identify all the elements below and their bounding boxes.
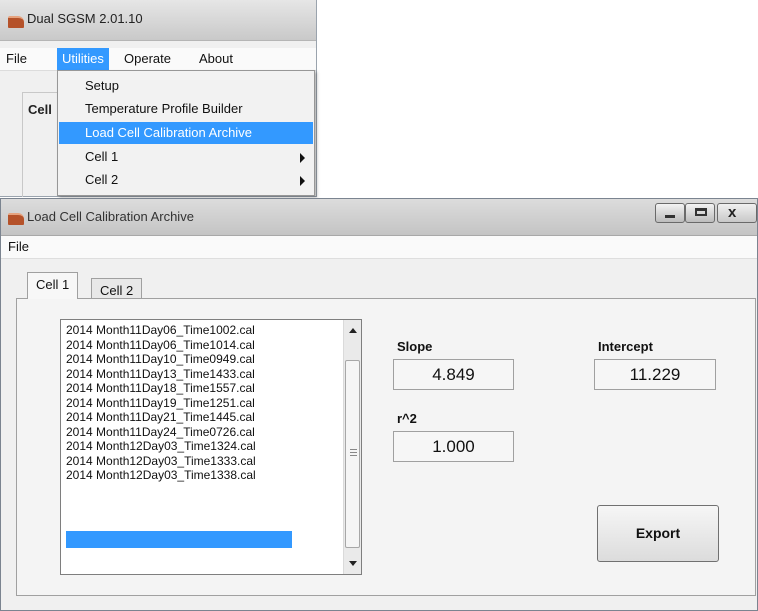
main-menu-bar: File Utilities Operate About <box>0 48 316 71</box>
main-window-title: Dual SGSM 2.01.10 <box>27 11 143 26</box>
menu-item-cell-1[interactable]: Cell 1 <box>59 146 313 168</box>
main-window: Dual SGSM 2.01.10 File Utilities Operate… <box>0 0 317 197</box>
scroll-down-icon[interactable] <box>349 561 357 566</box>
menu-about[interactable]: About <box>194 48 238 70</box>
grip-line <box>350 449 357 450</box>
r-squared-value-field: 1.000 <box>393 431 514 462</box>
minimize-icon <box>665 215 675 218</box>
calibration-file-list[interactable]: 2014 Month11Day06_Time1002.cal 2014 Month… <box>60 319 362 575</box>
menu-file[interactable]: File <box>1 48 32 70</box>
app-icon <box>8 16 24 28</box>
menu-item-setup[interactable]: Setup <box>59 75 313 97</box>
utilities-dropdown: Setup Temperature Profile Builder Load C… <box>57 70 315 196</box>
menu-item-temperature-profile-builder[interactable]: Temperature Profile Builder <box>59 98 313 120</box>
list-selection-highlight[interactable] <box>66 531 292 548</box>
archive-menu-bar: File <box>1 236 757 259</box>
menu-utilities[interactable]: Utilities <box>57 48 109 70</box>
grip-line <box>350 452 357 453</box>
scrollbar-thumb[interactable] <box>345 360 360 548</box>
close-icon: x <box>728 204 737 221</box>
list-item[interactable]: 2014 Month11Day06_Time1014.cal <box>66 338 255 353</box>
main-title-bar[interactable]: Dual SGSM 2.01.10 <box>0 0 316 41</box>
chevron-right-icon <box>300 176 305 186</box>
intercept-value-field: 11.229 <box>594 359 716 390</box>
menu-item-load-cell-calibration-archive[interactable]: Load Cell Calibration Archive <box>59 122 313 144</box>
list-item[interactable]: 2014 Month11Day24_Time0726.cal <box>66 425 255 440</box>
list-item[interactable]: 2014 Month11Day21_Time1445.cal <box>66 410 255 425</box>
archive-window-title: Load Cell Calibration Archive <box>27 209 194 224</box>
list-item[interactable]: 2014 Month12Day03_Time1338.cal <box>66 468 256 483</box>
chevron-right-icon <box>300 153 305 163</box>
list-scrollbar[interactable] <box>343 320 361 574</box>
list-item[interactable]: 2014 Month12Day03_Time1333.cal <box>66 454 256 469</box>
minimize-button[interactable] <box>655 203 685 223</box>
list-item[interactable]: 2014 Month11Day10_Time0949.cal <box>66 352 255 367</box>
app-icon <box>8 213 24 225</box>
tab-cell-1[interactable]: Cell 1 <box>27 272 79 299</box>
archive-menu-file[interactable]: File <box>3 236 34 258</box>
archive-title-bar[interactable]: Load Cell Calibration Archive x <box>1 199 757 236</box>
r-squared-label: r^2 <box>397 411 417 426</box>
maximize-button[interactable] <box>685 203 715 223</box>
slope-value-field: 4.849 <box>393 359 514 390</box>
menu-item-label: Cell 1 <box>85 149 119 164</box>
close-button[interactable]: x <box>717 203 757 223</box>
menu-item-label: Cell 2 <box>85 172 119 187</box>
list-item[interactable]: 2014 Month11Day06_Time1002.cal <box>66 323 255 338</box>
maximize-icon <box>695 208 707 216</box>
intercept-label: Intercept <box>598 339 653 354</box>
list-item[interactable]: 2014 Month12Day03_Time1324.cal <box>66 439 256 454</box>
list-item[interactable]: 2014 Month11Day18_Time1557.cal <box>66 381 255 396</box>
background-cell-label: Cell <box>28 102 52 117</box>
menu-item-label: Load Cell Calibration Archive <box>85 125 252 140</box>
export-button[interactable]: Export <box>597 505 719 562</box>
scroll-up-icon[interactable] <box>349 328 357 333</box>
slope-label: Slope <box>397 339 433 354</box>
menu-operate[interactable]: Operate <box>119 48 176 70</box>
list-item[interactable]: 2014 Month11Day13_Time1433.cal <box>66 367 255 382</box>
menu-item-cell-2[interactable]: Cell 2 <box>59 169 313 191</box>
grip-line <box>350 455 357 456</box>
menu-item-label: Setup <box>85 78 119 93</box>
menu-item-label: Temperature Profile Builder <box>85 101 243 116</box>
list-item[interactable]: 2014 Month11Day19_Time1251.cal <box>66 396 255 411</box>
